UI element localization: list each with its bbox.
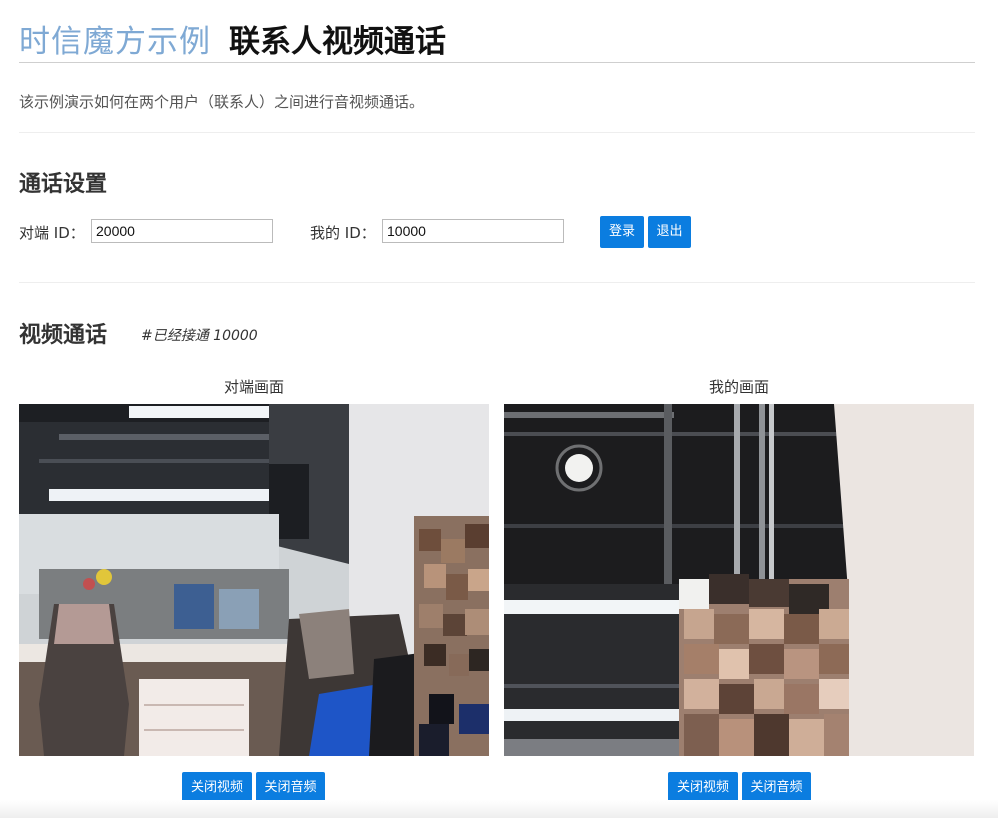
remote-video-caption: 对端画面 <box>223 378 284 396</box>
page-title: 联系人视频通话 <box>229 24 446 60</box>
video-call-heading: 视频通话 <box>19 323 108 348</box>
brand-title: 时信魔方示例 <box>19 24 211 60</box>
settings-heading: 通话设置 <box>19 172 108 197</box>
remote-video <box>19 404 489 756</box>
my-id-label: 我的 ID： <box>310 224 376 242</box>
local-video <box>504 404 974 756</box>
divider <box>19 132 975 133</box>
my-id-input[interactable] <box>382 219 564 243</box>
local-video-caption: 我的画面 <box>708 378 769 396</box>
page-description: 该示例演示如何在两个用户（联系人）之间进行音视频通话。 <box>19 93 425 111</box>
login-button[interactable]: 登录 <box>600 216 644 248</box>
logout-button[interactable]: 退出 <box>648 216 691 248</box>
footer-shade <box>0 800 998 818</box>
peer-id-input[interactable] <box>91 219 273 243</box>
peer-id-label: 对端 ID： <box>19 224 85 242</box>
call-status: #已经接通 10000 <box>141 328 258 344</box>
page-header: 时信魔方示例 联系人视频通话 <box>19 14 975 63</box>
divider <box>19 282 975 283</box>
